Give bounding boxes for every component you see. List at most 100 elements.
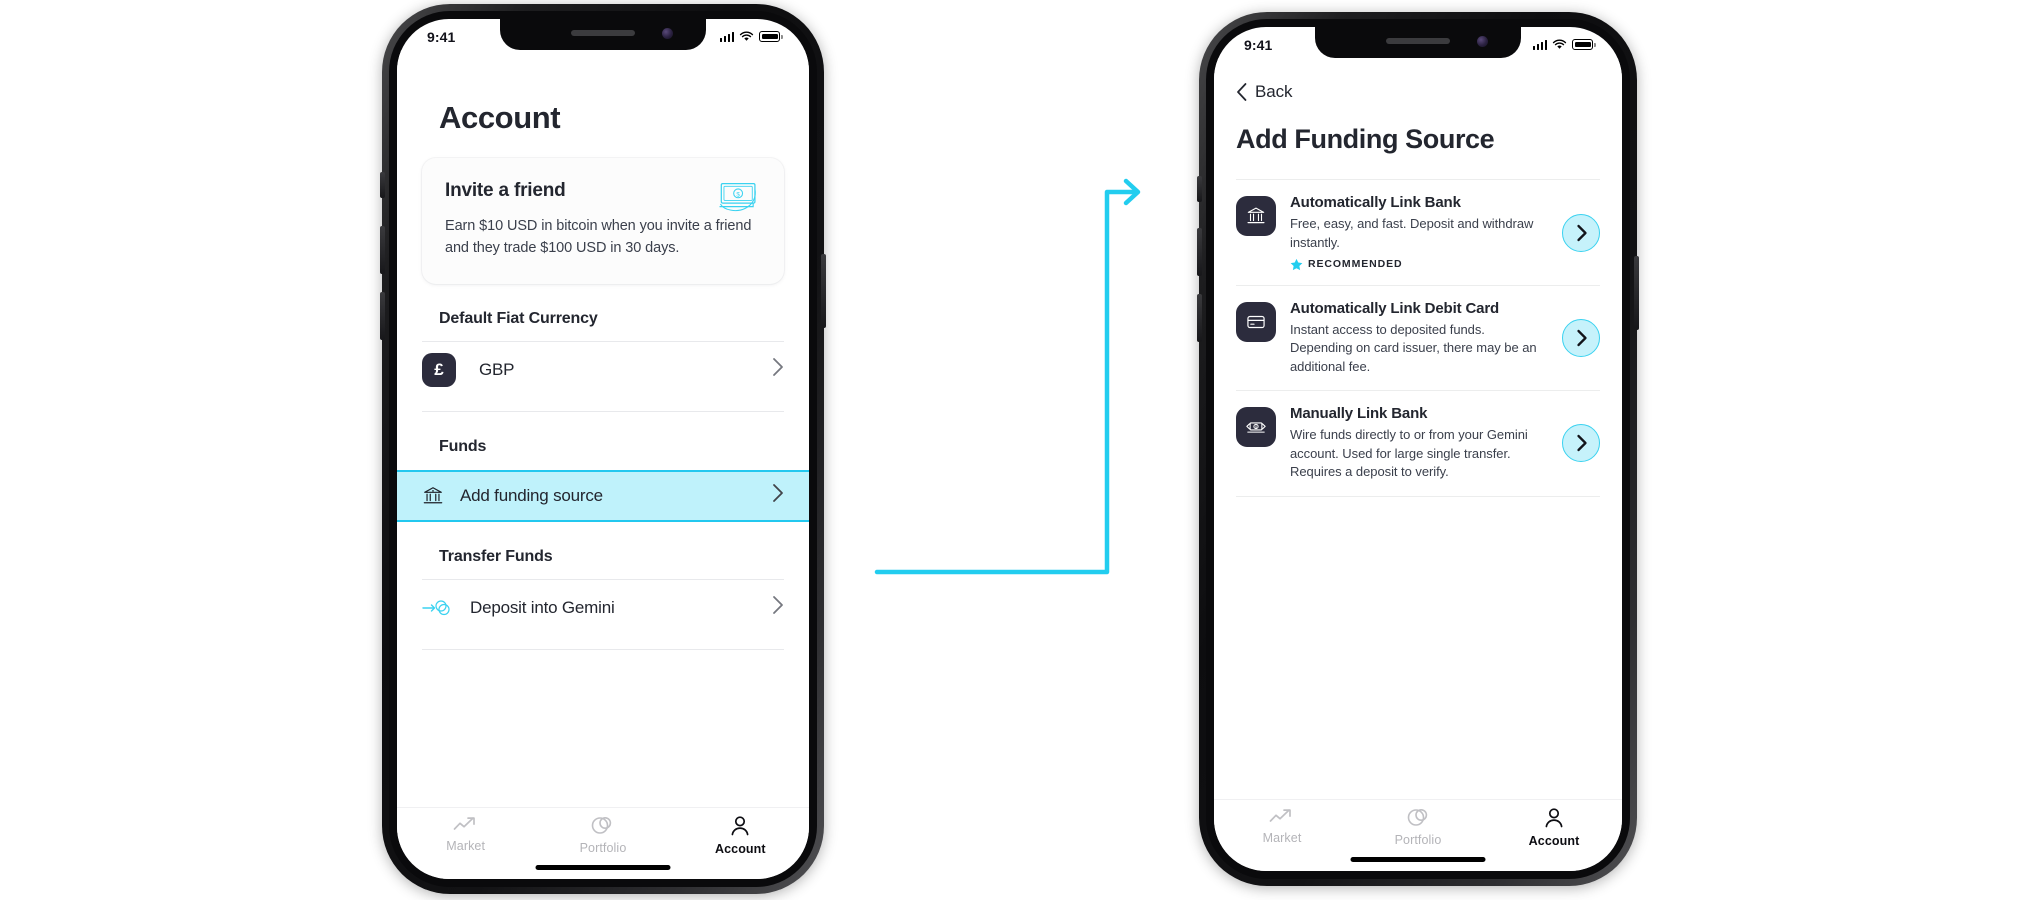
section-heading-transfer: Transfer Funds bbox=[439, 547, 553, 565]
recommended-label: RECOMMENDED bbox=[1308, 258, 1403, 271]
flow-arrow bbox=[874, 178, 1141, 575]
trend-up-icon bbox=[453, 817, 475, 830]
invite-card-description: Earn $10 USD in bitcoin when you invite … bbox=[445, 218, 752, 256]
front-camera bbox=[662, 28, 673, 39]
front-camera bbox=[1477, 36, 1488, 47]
page-title: Add Funding Source bbox=[1236, 124, 1495, 154]
phone1-screen: 9:41 Account Invite a friend Earn $10 US… bbox=[397, 19, 809, 879]
earpiece-speaker bbox=[1386, 38, 1450, 44]
signal-bars-icon bbox=[1532, 39, 1548, 50]
option-text: Manually Link Bank Wire funds directly t… bbox=[1290, 405, 1548, 481]
divider bbox=[1236, 495, 1600, 497]
tab-account[interactable]: Account bbox=[672, 816, 809, 856]
option-title: Manually Link Bank bbox=[1290, 405, 1428, 423]
option-title: Automatically Link Bank bbox=[1290, 194, 1461, 212]
money-bill-icon: $ bbox=[719, 182, 756, 212]
earpiece-speaker bbox=[571, 30, 635, 36]
divider bbox=[422, 648, 784, 650]
chevron-right-icon bbox=[772, 357, 784, 382]
tab-label-portfolio: Portfolio bbox=[579, 841, 627, 855]
account-screen-body: Account Invite a friend Earn $10 USD in … bbox=[397, 50, 809, 807]
tab-label-market: Market bbox=[1262, 831, 1302, 845]
person-icon bbox=[1545, 808, 1563, 828]
row-label-add-funding-source: Add funding source bbox=[460, 485, 603, 505]
phone-mockup-add-funding-source: 9:41 Back Add Funding Source Automatical… bbox=[1197, 12, 1639, 886]
phone2-notch bbox=[1315, 27, 1521, 58]
phone2-screen: 9:41 Back Add Funding Source Automatical… bbox=[1214, 27, 1622, 871]
screenshot-canvas: 9:41 Account Invite a friend Earn $10 US… bbox=[0, 0, 2026, 900]
option-automatically-link-bank[interactable]: Automatically Link Bank Free, easy, and … bbox=[1214, 180, 1622, 285]
tab-label-market: Market bbox=[446, 839, 486, 853]
home-indicator[interactable] bbox=[535, 865, 671, 870]
section-heading-funds: Funds bbox=[439, 437, 487, 455]
option-text: Automatically Link Debit Card Instant ac… bbox=[1290, 300, 1548, 376]
chevron-right-circle-icon[interactable] bbox=[1562, 319, 1600, 358]
bank-icon bbox=[422, 485, 446, 507]
signal-bars-icon bbox=[719, 31, 735, 42]
wifi-icon bbox=[740, 31, 754, 41]
chevron-right-icon bbox=[772, 595, 784, 620]
wire-transfer-icon: $ bbox=[1236, 407, 1276, 448]
back-button-label: Back bbox=[1255, 82, 1293, 101]
chevron-right-circle-icon[interactable] bbox=[1562, 424, 1600, 463]
status-indicators bbox=[719, 31, 783, 42]
chevron-right-icon bbox=[772, 483, 784, 508]
row-gbp[interactable]: £ GBP bbox=[397, 342, 809, 398]
option-automatically-link-debit-card[interactable]: Automatically Link Debit Card Instant ac… bbox=[1214, 286, 1622, 390]
page-title: Account bbox=[439, 100, 561, 135]
tab-account[interactable]: Account bbox=[1486, 808, 1622, 848]
chevron-left-icon bbox=[1237, 83, 1247, 101]
invite-a-friend-card[interactable]: Invite a friend Earn $10 USD in bitcoin … bbox=[422, 158, 784, 284]
trend-up-icon bbox=[1269, 809, 1291, 822]
tab-market[interactable]: Market bbox=[397, 816, 534, 853]
tab-label-account: Account bbox=[714, 842, 766, 856]
power-button[interactable] bbox=[821, 254, 826, 328]
chevron-right-circle-icon[interactable] bbox=[1562, 213, 1600, 252]
option-title: Automatically Link Debit Card bbox=[1290, 299, 1500, 317]
circles-icon bbox=[1407, 809, 1427, 826]
battery-full-icon bbox=[759, 31, 783, 42]
option-description: Free, easy, and fast. Deposit and withdr… bbox=[1290, 216, 1534, 250]
volume-up-button[interactable] bbox=[380, 226, 385, 274]
mute-switch[interactable] bbox=[1197, 176, 1202, 202]
volume-down-button[interactable] bbox=[1197, 294, 1202, 342]
option-manually-link-bank[interactable]: $ Manually Link Bank Wire funds directly… bbox=[1214, 391, 1622, 495]
row-label-deposit-into-gemini: Deposit into Gemini bbox=[470, 597, 615, 617]
credit-card-icon bbox=[1236, 301, 1276, 342]
volume-down-button[interactable] bbox=[380, 292, 385, 340]
power-button[interactable] bbox=[1634, 256, 1639, 330]
person-icon bbox=[731, 816, 749, 836]
option-description: Wire funds directly to or from your Gemi… bbox=[1290, 427, 1528, 480]
home-indicator[interactable] bbox=[1350, 857, 1486, 862]
tab-label-portfolio: Portfolio bbox=[1394, 833, 1442, 847]
gbp-currency-badge: £ bbox=[422, 352, 456, 387]
volume-up-button[interactable] bbox=[1197, 228, 1202, 276]
wifi-icon bbox=[1553, 39, 1567, 49]
invite-card-title: Invite a friend bbox=[445, 180, 566, 201]
section-heading-fiat: Default Fiat Currency bbox=[439, 309, 598, 327]
svg-text:$: $ bbox=[1255, 425, 1257, 429]
status-time: 9:41 bbox=[427, 28, 456, 45]
row-add-funding-source[interactable]: Add funding source bbox=[397, 469, 809, 522]
add-funding-source-body: Back Add Funding Source Automatically Li… bbox=[1214, 58, 1622, 799]
tab-portfolio[interactable]: Portfolio bbox=[1350, 808, 1486, 847]
svg-text:$: $ bbox=[736, 191, 740, 198]
circles-icon bbox=[592, 817, 612, 834]
phone-mockup-account: 9:41 Account Invite a friend Earn $10 US… bbox=[380, 4, 826, 894]
tab-market[interactable]: Market bbox=[1214, 808, 1350, 845]
tab-portfolio[interactable]: Portfolio bbox=[534, 816, 671, 855]
option-text: Automatically Link Bank Free, easy, and … bbox=[1290, 194, 1548, 271]
deposit-arrow-icon bbox=[422, 598, 456, 618]
bank-icon bbox=[1236, 196, 1276, 237]
status-time: 9:41 bbox=[1244, 36, 1273, 53]
option-description: Instant access to deposited funds. Depen… bbox=[1290, 321, 1537, 374]
star-icon bbox=[1290, 258, 1303, 271]
row-label-gbp: GBP bbox=[479, 359, 515, 379]
back-button[interactable]: Back bbox=[1214, 58, 1622, 102]
status-indicators bbox=[1532, 39, 1596, 50]
phone1-notch bbox=[500, 19, 706, 50]
battery-full-icon bbox=[1572, 39, 1596, 50]
mute-switch[interactable] bbox=[380, 172, 385, 198]
row-deposit-into-gemini[interactable]: Deposit into Gemini bbox=[397, 580, 809, 636]
recommended-badge: RECOMMENDED bbox=[1290, 258, 1548, 271]
